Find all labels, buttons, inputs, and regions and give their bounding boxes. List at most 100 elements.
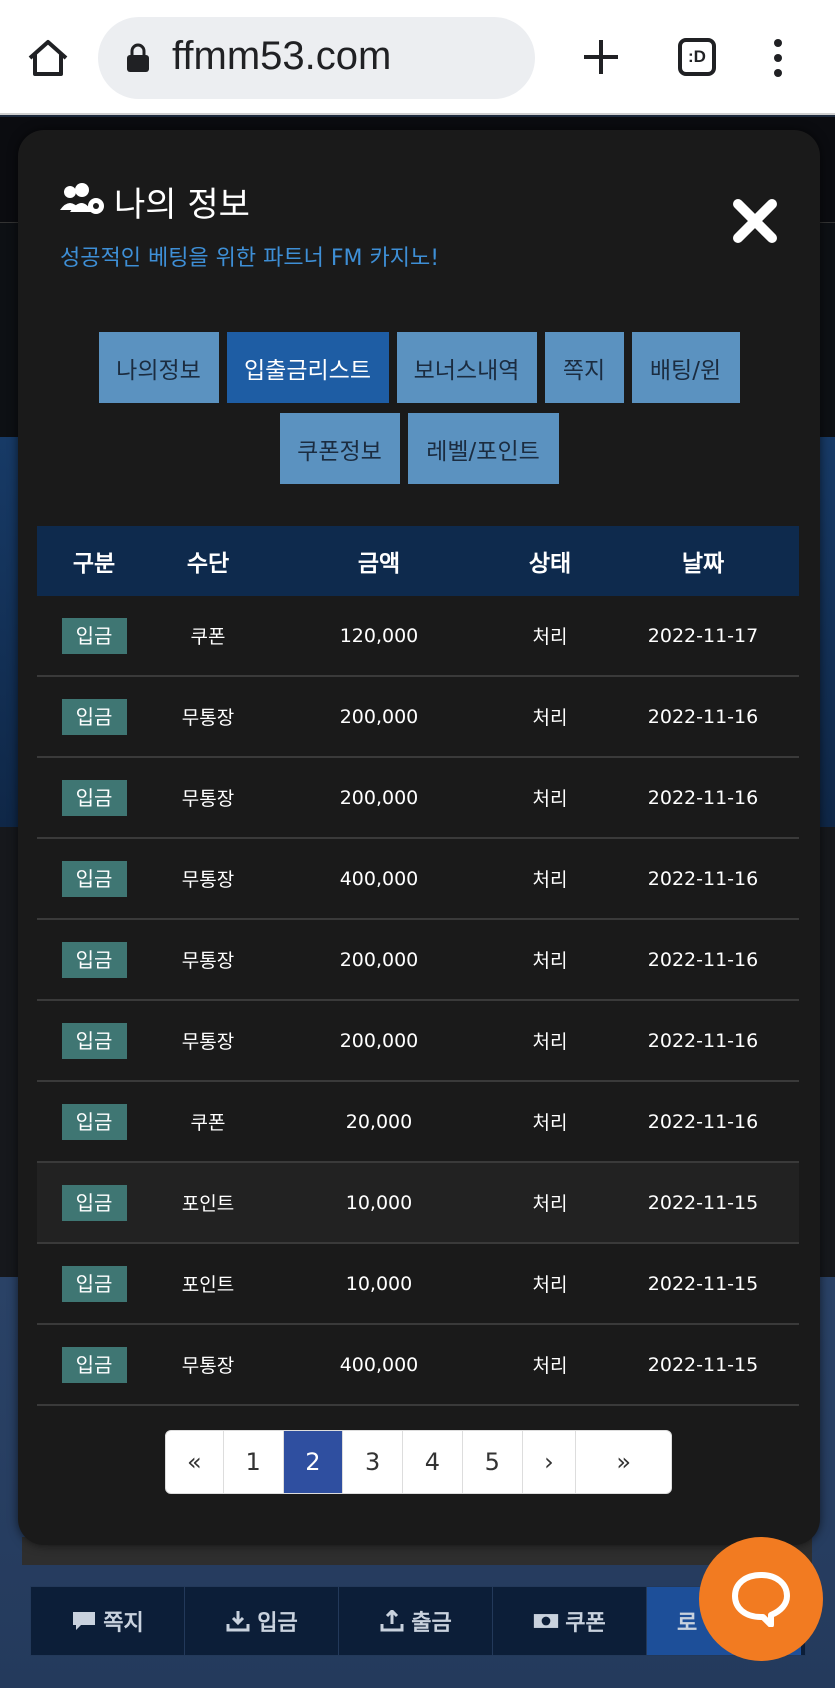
tab-row-2: 쿠폰정보 레벨/포인트 [18,413,820,484]
header-method: 수단 [186,551,230,577]
page-3-button[interactable]: 3 [343,1431,404,1493]
type-badge: 입금 [61,698,127,735]
page-last-button[interactable]: » [576,1431,671,1493]
nav-coupon-button[interactable]: 쿠폰 [493,1587,647,1655]
status-cell: 처리 [532,626,568,648]
money-icon [534,1614,559,1628]
status-cell: 처리 [532,788,568,810]
upload-icon [380,1610,404,1632]
nav-withdraw-label: 출금 [411,1611,452,1636]
pagination: « 1 2 3 4 5 › » [165,1430,672,1494]
nav-withdraw-button[interactable]: 출금 [339,1587,493,1655]
modal-subtitle: 성공적인 베팅을 위한 파트너 FM 카지노! [60,246,440,271]
amount-cell: 400,000 [339,867,419,890]
method-cell: 포인트 [181,1193,235,1215]
tab-transaction-list[interactable]: 입출금리스트 [226,332,389,403]
amount-cell: 200,000 [339,948,419,971]
method-cell: 쿠폰 [190,626,226,648]
type-badge: 입금 [61,1265,127,1302]
type-badge: 입금 [61,1184,127,1221]
home-icon[interactable] [26,38,70,78]
status-cell: 처리 [532,1031,568,1053]
date-cell: 2022-11-16 [647,948,759,971]
page-1-button[interactable]: 1 [224,1431,284,1493]
date-cell: 2022-11-15 [647,1353,759,1376]
amount-cell: 200,000 [339,1029,419,1052]
amount-cell: 200,000 [339,705,419,728]
nav-message-button[interactable]: 쪽지 [31,1587,185,1655]
tab-messages[interactable]: 쪽지 [544,332,624,403]
tab-coupon-info[interactable]: 쿠폰정보 [279,413,400,484]
tab-bonus-history[interactable]: 보너스내역 [396,332,537,403]
tab-level-points[interactable]: 레벨/포인트 [407,413,559,484]
table-row: 입금 쿠폰 120,000 처리 2022-11-17 [37,596,799,677]
date-cell: 2022-11-15 [647,1191,759,1214]
table-header: 구분 수단 금액 상태 날짜 [37,526,799,596]
header-type: 구분 [72,551,116,577]
chat-button[interactable] [699,1537,823,1661]
tab-betting-win[interactable]: 배팅/윈 [631,332,740,403]
type-badge: 입금 [61,1103,127,1140]
type-cell: 입금 [37,1103,151,1140]
tab-row-1: 나의정보 입출금리스트 보너스내역 쪽지 배팅/윈 [18,332,820,403]
method-cell: 포인트 [181,1274,235,1296]
amount-cell: 20,000 [345,1110,413,1133]
header-status: 상태 [528,551,572,577]
type-badge: 입금 [61,941,127,978]
tab-my-info[interactable]: 나의정보 [98,332,219,403]
close-icon[interactable] [732,198,778,244]
plus-icon[interactable] [580,36,622,78]
chat-bubble-icon [732,1572,790,1627]
download-icon [226,1611,250,1632]
status-cell: 처리 [532,1274,568,1296]
table-row: 입금 무통장 200,000 처리 2022-11-16 [37,677,799,758]
nav-deposit-button[interactable]: 입금 [185,1587,339,1655]
table-row: 입금 무통장 200,000 처리 2022-11-16 [37,758,799,839]
page-next-button[interactable]: › [523,1431,577,1493]
date-cell: 2022-11-17 [647,624,759,647]
type-badge: 입금 [61,1022,127,1059]
header-date: 날짜 [681,551,725,577]
more-vert-icon[interactable] [770,38,786,78]
table-row: 입금 무통장 200,000 처리 2022-11-16 [37,920,799,1001]
table-body: 입금 쿠폰 120,000 처리 2022-11-17 입금 무통장 200,000 처리 202… [37,596,799,1406]
nav-message-label: 쪽지 [103,1611,144,1636]
nav-login-label: 로 [677,1611,698,1636]
lock-icon [126,43,150,73]
date-cell: 2022-11-16 [647,1110,759,1133]
status-cell: 처리 [532,707,568,729]
amount-cell: 200,000 [339,786,419,809]
page-4-button[interactable]: 4 [403,1431,463,1493]
page-first-button[interactable]: « [166,1431,224,1493]
status-cell: 처리 [532,1112,568,1134]
tab-switcher-icon[interactable]: :D [678,38,716,76]
page-2-button[interactable]: 2 [283,1431,344,1493]
header-amount: 금액 [357,551,401,577]
type-cell: 입금 [37,1265,151,1302]
method-cell: 무통장 [181,1031,235,1053]
amount-cell: 120,000 [339,624,419,647]
status-cell: 처리 [532,1355,568,1377]
status-cell: 처리 [532,869,568,891]
table-row: 입금 포인트 10,000 처리 2022-11-15 [37,1163,799,1244]
method-cell: 무통장 [181,707,235,729]
amount-cell: 10,000 [345,1191,413,1214]
table-row: 입금 무통장 400,000 처리 2022-11-15 [37,1325,799,1406]
transaction-table: 구분 수단 금액 상태 날짜 입금 쿠폰 120,000 처리 2022-11-17 입금… [37,526,799,1406]
browser-toolbar: ffmm53.com :D [0,0,835,115]
method-cell: 무통장 [181,869,235,891]
page-5-button[interactable]: 5 [463,1431,523,1493]
type-cell: 입금 [37,617,151,654]
message-icon [73,1612,96,1630]
type-cell: 입금 [37,1022,151,1059]
type-cell: 입금 [37,698,151,735]
my-info-modal: 나의 정보 성공적인 베팅을 위한 파트너 FM 카지노! 나의정보 입출금리스… [18,130,820,1545]
type-badge: 입금 [61,617,127,654]
table-row: 입금 쿠폰 20,000 처리 2022-11-16 [37,1082,799,1163]
nav-coupon-label: 쿠폰 [565,1611,606,1636]
type-cell: 입금 [37,860,151,897]
type-cell: 입금 [37,941,151,978]
amount-cell: 400,000 [339,1353,419,1376]
address-bar[interactable]: ffmm53.com [98,17,535,99]
method-cell: 무통장 [181,950,235,972]
